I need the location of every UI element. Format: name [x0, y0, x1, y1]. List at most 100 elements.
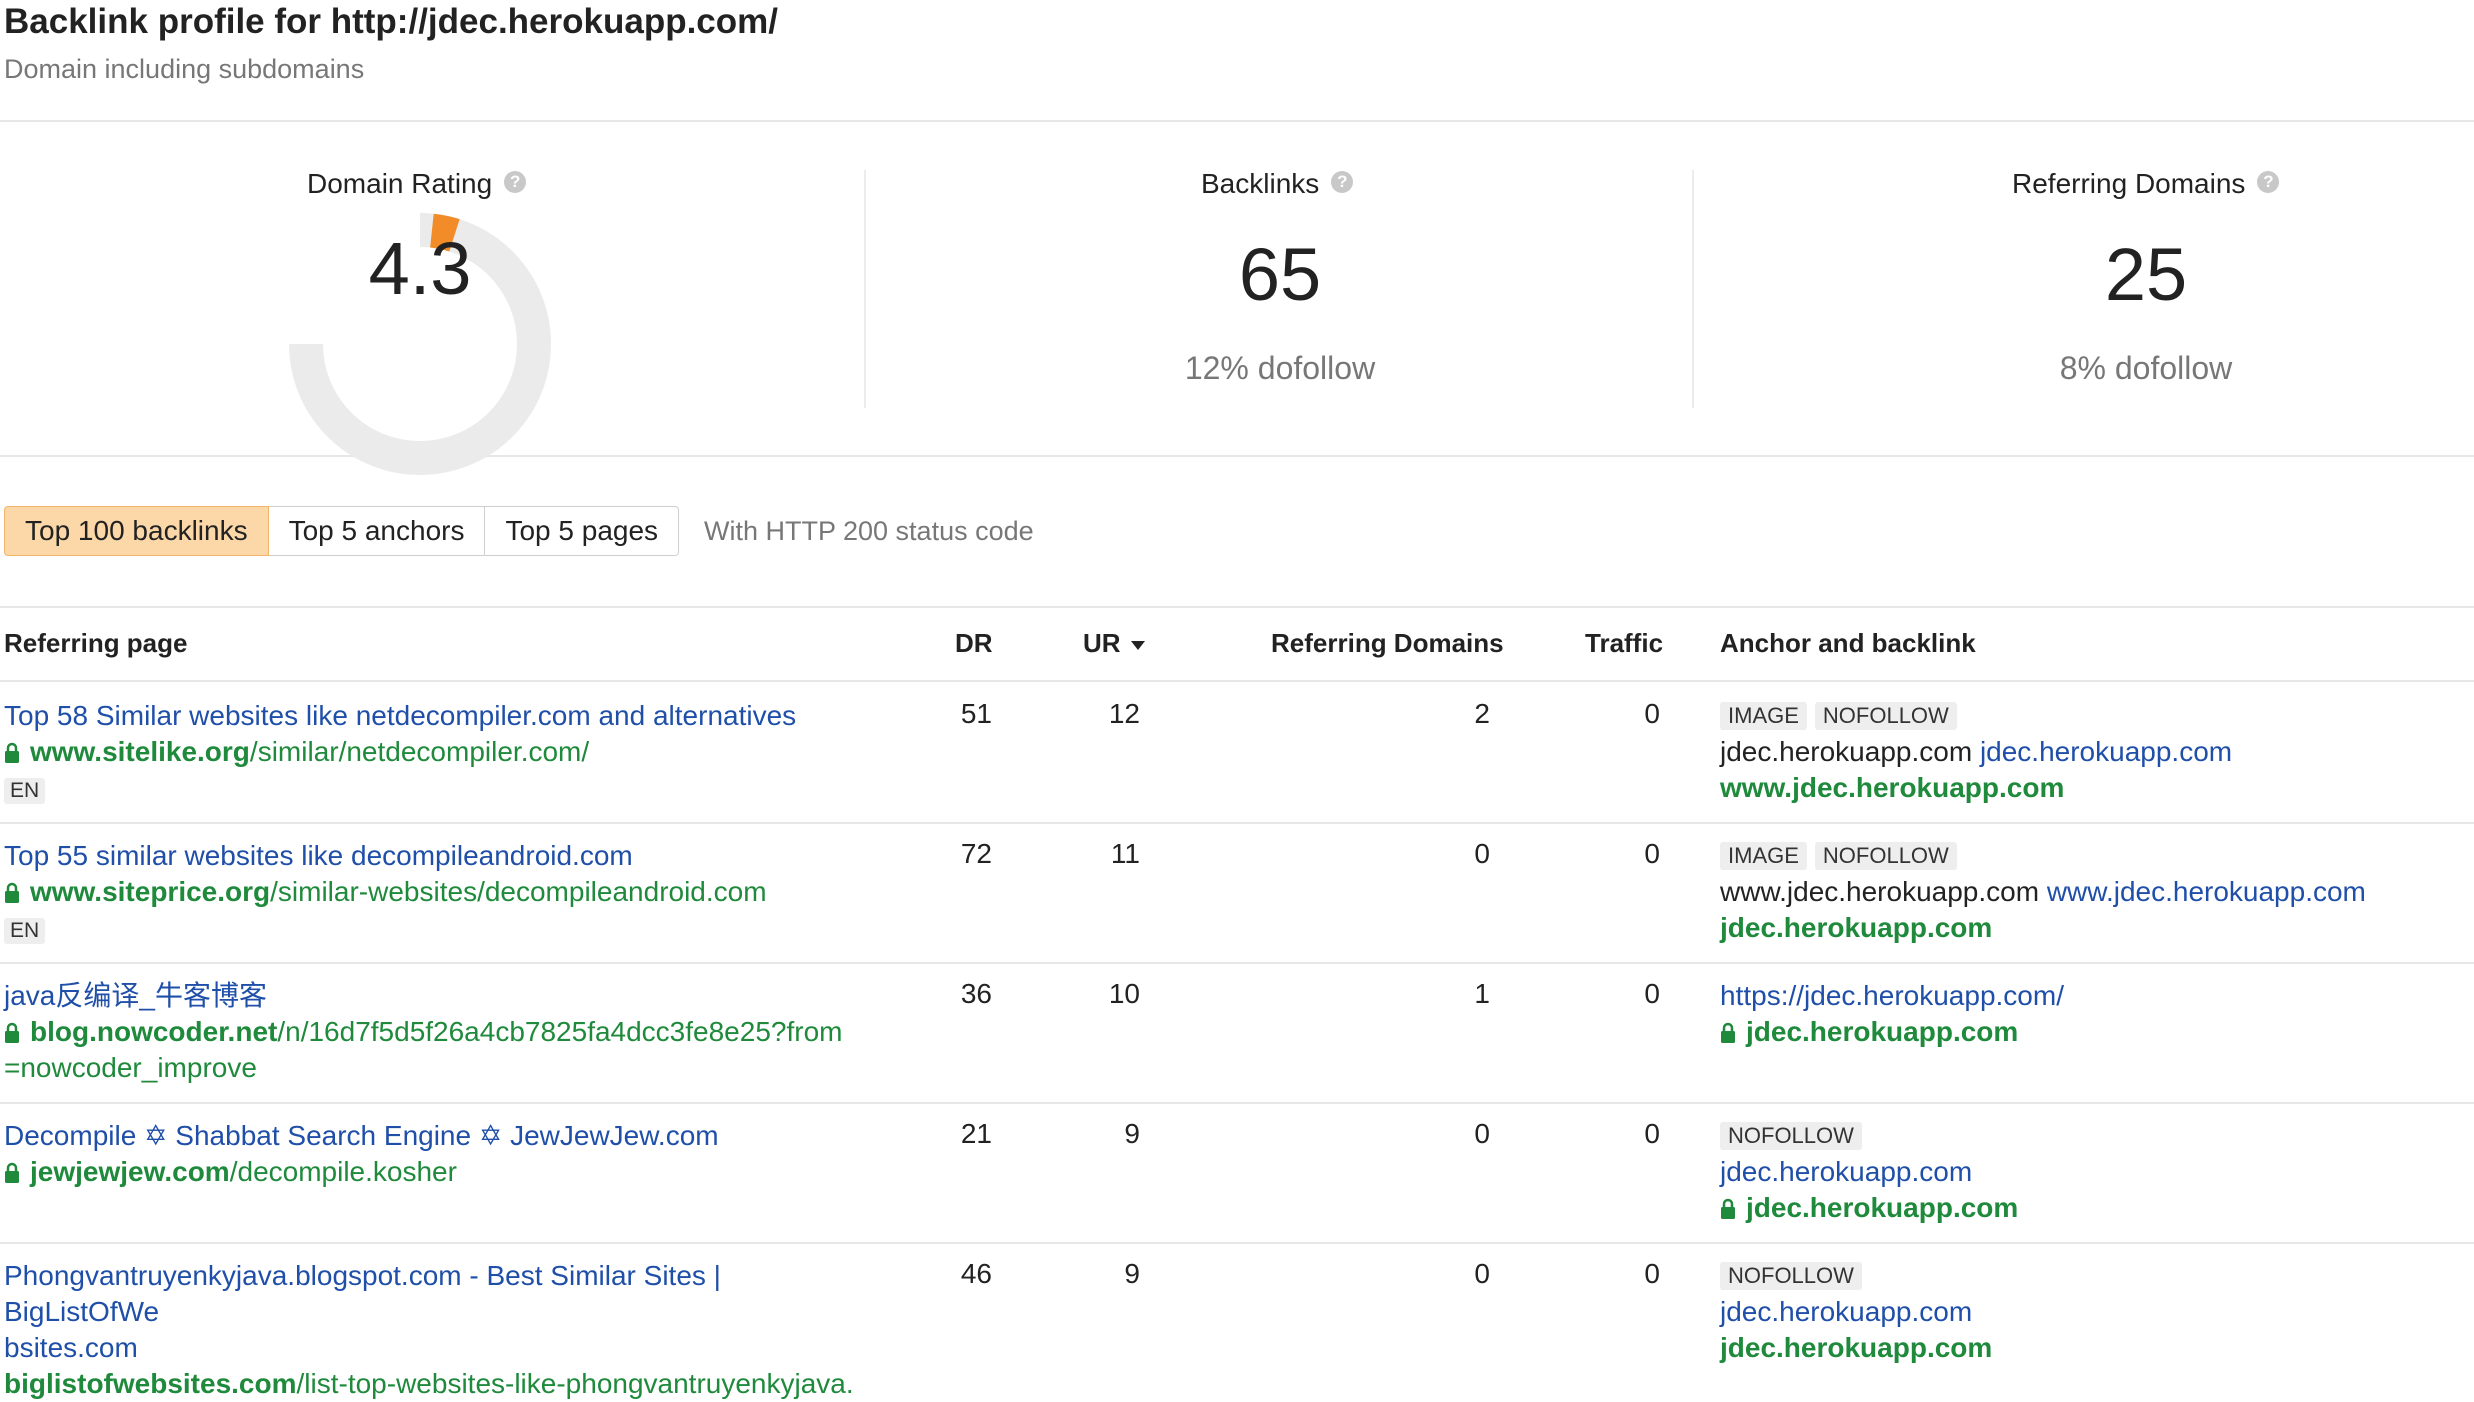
question-circle-icon[interactable]: ? [1331, 171, 1354, 193]
backlink-target-link[interactable]: jdec.herokuapp.com [1720, 1332, 1992, 1363]
question-circle-icon[interactable]: ? [2257, 171, 2280, 193]
url-path: /decompile.kosher [229, 1156, 457, 1187]
anchor-link[interactable]: jdec.herokuapp.com [1720, 1156, 1972, 1187]
backlink-target-link[interactable]: jdec.herokuapp.com [1720, 912, 1992, 943]
ur-value: 9 [1124, 1258, 1140, 1289]
tab-top-5-anchors[interactable]: Top 5 anchors [268, 506, 486, 556]
backlink-target-link[interactable]: www.jdec.herokuapp.com [1720, 772, 2064, 803]
referring-page-url-link[interactable]: blog.nowcoder.net/n/16d7f5d5f26a4cb7825f… [4, 1014, 874, 1050]
ur-value: 11 [1110, 838, 1140, 869]
column-header-traffic[interactable]: Traffic [1585, 628, 1663, 659]
table-row: java反编译_牛客博客 blog.nowcoder.net/n/16d7f5d… [0, 962, 2474, 1104]
referring-page-title-link[interactable]: Phongvantruyenkyjava.blogspot.com - Best… [4, 1260, 721, 1327]
referring-domains-value: 25 [2104, 233, 2188, 316]
referring-page-cell: java反编译_牛客博客 blog.nowcoder.net/n/16d7f5d… [4, 978, 874, 1086]
ur-value: 10 [1108, 978, 1140, 1009]
column-header-anchor-and-backlink[interactable]: Anchor and backlink [1720, 628, 1976, 659]
referring-page-title-link[interactable]: Decompile ✡ Shabbat Search Engine ✡ JewJ… [4, 1120, 719, 1151]
lock-icon [5, 882, 19, 903]
referring-domains-dofollow: 8% dofollow [2059, 350, 2233, 386]
nofollow-badge: NOFOLLOW [1720, 1122, 1862, 1150]
url-path-continued[interactable]: =nowcoder_improve [4, 1050, 874, 1086]
lock-icon [5, 742, 19, 763]
anchor-cell: NOFOLLOW jdec.herokuapp.com jdec.herokua… [1720, 1118, 2470, 1226]
referring-domains-value: 1 [1474, 978, 1490, 1009]
url-domain: www.sitelike.org [30, 736, 250, 767]
tab-top-5-pages[interactable]: Top 5 pages [485, 506, 680, 556]
url-domain: biglistofwebsites.com [4, 1368, 297, 1399]
lock-icon [1721, 1022, 1735, 1043]
traffic-value: 0 [1644, 838, 1660, 869]
table-row: Top 58 Similar websites like netdecompil… [0, 682, 2474, 824]
traffic-value: 0 [1644, 978, 1660, 1009]
column-header-ur[interactable]: UR [1083, 628, 1146, 659]
anchor-link[interactable]: jdec.herokuapp.com [1720, 1296, 1972, 1327]
referring-page-cell: Top 55 similar websites like decompilean… [4, 838, 874, 946]
metrics-panel: Domain Rating? 4.3 Backlinks? 65 12% dof… [0, 122, 2474, 475]
dr-value: 72 [960, 838, 992, 869]
referring-page-cell: Phongvantruyenkyjava.blogspot.com - Best… [4, 1258, 874, 1402]
referring-page-url-link[interactable]: www.sitelike.org/similar/netdecompiler.c… [4, 734, 874, 770]
caret-down-icon [1130, 641, 1145, 650]
traffic-value: 0 [1644, 1118, 1660, 1149]
referring-domains-label: Referring Domains? [2012, 168, 2280, 200]
referring-domains-label-text: Referring Domains [2012, 168, 2246, 199]
nofollow-badge: NOFOLLOW [1720, 1262, 1862, 1290]
column-header-dr[interactable]: DR [955, 628, 993, 659]
backlinks-value: 65 [1238, 233, 1322, 316]
question-circle-icon[interactable]: ? [504, 171, 527, 193]
table-row: Phongvantruyenkyjava.blogspot.com - Best… [0, 1242, 2474, 1399]
url-domain: blog.nowcoder.net [30, 1016, 278, 1047]
backlink-target-link[interactable]: jdec.herokuapp.com [1720, 1190, 2470, 1226]
domain-rating-label: Domain Rating? [307, 168, 527, 200]
referring-page-url-link[interactable]: www.siteprice.org/similar-websites/decom… [4, 874, 874, 910]
backlinks-label: Backlinks? [1201, 168, 1354, 200]
url-domain: www.siteprice.org [30, 876, 271, 907]
anchor-link[interactable]: www.jdec.herokuapp.com [2047, 876, 2366, 907]
status-code-note: With HTTP 200 status code [704, 516, 1034, 546]
page-subtitle: Domain including subdomains [4, 54, 365, 84]
url-path: /similar-websites/decompileandroid.com [270, 876, 767, 907]
referring-page-title-continued[interactable]: bsites.com [4, 1332, 138, 1363]
traffic-value: 0 [1644, 698, 1660, 729]
domain-rating-label-text: Domain Rating [307, 168, 493, 199]
anchor-cell: IMAGE NOFOLLOW www.jdec.herokuapp.com www… [1720, 838, 2470, 946]
image-badge: IMAGE [1720, 842, 1807, 870]
image-badge: IMAGE [1720, 702, 1807, 730]
dr-value: 36 [960, 978, 992, 1009]
domain-rating-value: 4.3 [368, 227, 472, 310]
referring-page-title-link[interactable]: Top 55 similar websites like decompilean… [4, 840, 633, 871]
divider [0, 606, 2474, 608]
referring-page-title-link[interactable]: java反编译_牛客博客 [4, 980, 267, 1011]
referring-page-cell: Decompile ✡ Shabbat Search Engine ✡ JewJ… [4, 1118, 874, 1190]
nofollow-badge: NOFOLLOW [1814, 842, 1957, 870]
backlink-target-link[interactable]: jdec.herokuapp.com [1720, 1014, 2470, 1050]
tab-top-100-backlinks[interactable]: Top 100 backlinks [4, 506, 269, 556]
anchor-link[interactable]: https://jdec.herokuapp.com/ [1720, 980, 2064, 1011]
backlink-target-text: jdec.herokuapp.com [1746, 1016, 2019, 1047]
language-badge: EN [4, 918, 46, 944]
page-title: Backlink profile for http://jdec.herokua… [4, 2, 778, 41]
url-path: /list-top-websites-like-phongvantruyenky… [296, 1368, 854, 1399]
anchor-cell: NOFOLLOW jdec.herokuapp.com jdec.herokua… [1720, 1258, 2470, 1366]
lock-icon [1721, 1198, 1735, 1219]
nofollow-badge: NOFOLLOW [1814, 702, 1957, 730]
page-header: Backlink profile for http://jdec.herokua… [0, 0, 2474, 122]
url-domain: jewjewjew.com [30, 1156, 230, 1187]
column-header-ur-label: UR [1083, 628, 1121, 658]
backlinks-dofollow: 12% dofollow [1184, 350, 1376, 386]
table-row: Decompile ✡ Shabbat Search Engine ✡ JewJ… [0, 1102, 2474, 1244]
anchor-text: www.jdec.herokuapp.com [1720, 876, 2040, 907]
dr-value: 46 [960, 1258, 992, 1289]
referring-domains-value: 2 [1474, 698, 1490, 729]
referring-page-url-link[interactable]: jewjewjew.com/decompile.kosher [4, 1154, 874, 1190]
report-tabs: Top 100 backlinks Top 5 anchors Top 5 pa… [4, 506, 680, 556]
column-header-referring-domains[interactable]: Referring Domains [1271, 628, 1504, 659]
referring-domains-value: 0 [1474, 838, 1490, 869]
ur-value: 9 [1124, 1118, 1140, 1149]
anchor-link[interactable]: jdec.herokuapp.com [1980, 736, 2232, 767]
referring-page-url-link[interactable]: biglistofwebsites.com/list-top-websites-… [4, 1366, 874, 1402]
column-header-referring-page[interactable]: Referring page [4, 628, 188, 659]
referring-page-title-link[interactable]: Top 58 Similar websites like netdecompil… [4, 700, 796, 731]
metric-divider [1692, 170, 1694, 408]
